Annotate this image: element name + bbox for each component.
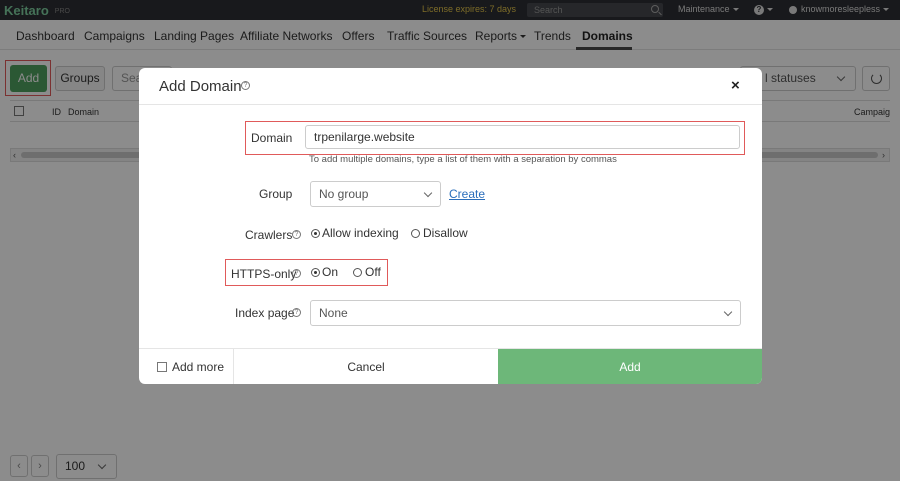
chevron-down-icon bbox=[723, 307, 733, 317]
index-page-value: None bbox=[319, 306, 348, 320]
crawlers-label: Crawlers bbox=[245, 228, 293, 242]
modal-title: Add Domain bbox=[159, 78, 242, 95]
group-label: Group bbox=[259, 187, 293, 201]
domain-hint: To add multiple domains, type a list of … bbox=[309, 154, 617, 165]
crawlers-disallow-label[interactable]: Disallow bbox=[423, 226, 468, 240]
modal-footer: Add more Cancel Add bbox=[139, 348, 762, 384]
help-icon[interactable]: ? bbox=[292, 308, 301, 317]
index-page-select[interactable]: None bbox=[310, 300, 741, 326]
index-page-label: Index page bbox=[235, 306, 295, 320]
crawlers-allow-radio[interactable] bbox=[311, 229, 320, 238]
crawlers-disallow-radio[interactable] bbox=[411, 229, 420, 238]
create-group-link[interactable]: Create bbox=[449, 187, 485, 201]
crawlers-allow-label[interactable]: Allow indexing bbox=[322, 226, 399, 240]
submit-add-button[interactable]: Add bbox=[498, 349, 762, 384]
help-icon[interactable]: ? bbox=[292, 230, 301, 239]
modal-header: Add Domain ? × bbox=[139, 68, 762, 105]
group-select-value: No group bbox=[319, 187, 369, 201]
add-more-label[interactable]: Add more bbox=[172, 360, 224, 374]
highlight-domain-field bbox=[245, 121, 745, 155]
highlight-https-only bbox=[225, 259, 388, 286]
chevron-down-icon bbox=[423, 188, 433, 198]
help-icon[interactable]: ? bbox=[241, 81, 250, 90]
close-button[interactable]: × bbox=[731, 77, 740, 94]
group-select[interactable]: No group bbox=[310, 181, 441, 207]
cancel-button[interactable]: Cancel bbox=[234, 349, 498, 384]
add-domain-modal: Add Domain ? × Domain trpenilarge.websit… bbox=[139, 68, 762, 384]
add-more-checkbox[interactable] bbox=[157, 362, 167, 372]
